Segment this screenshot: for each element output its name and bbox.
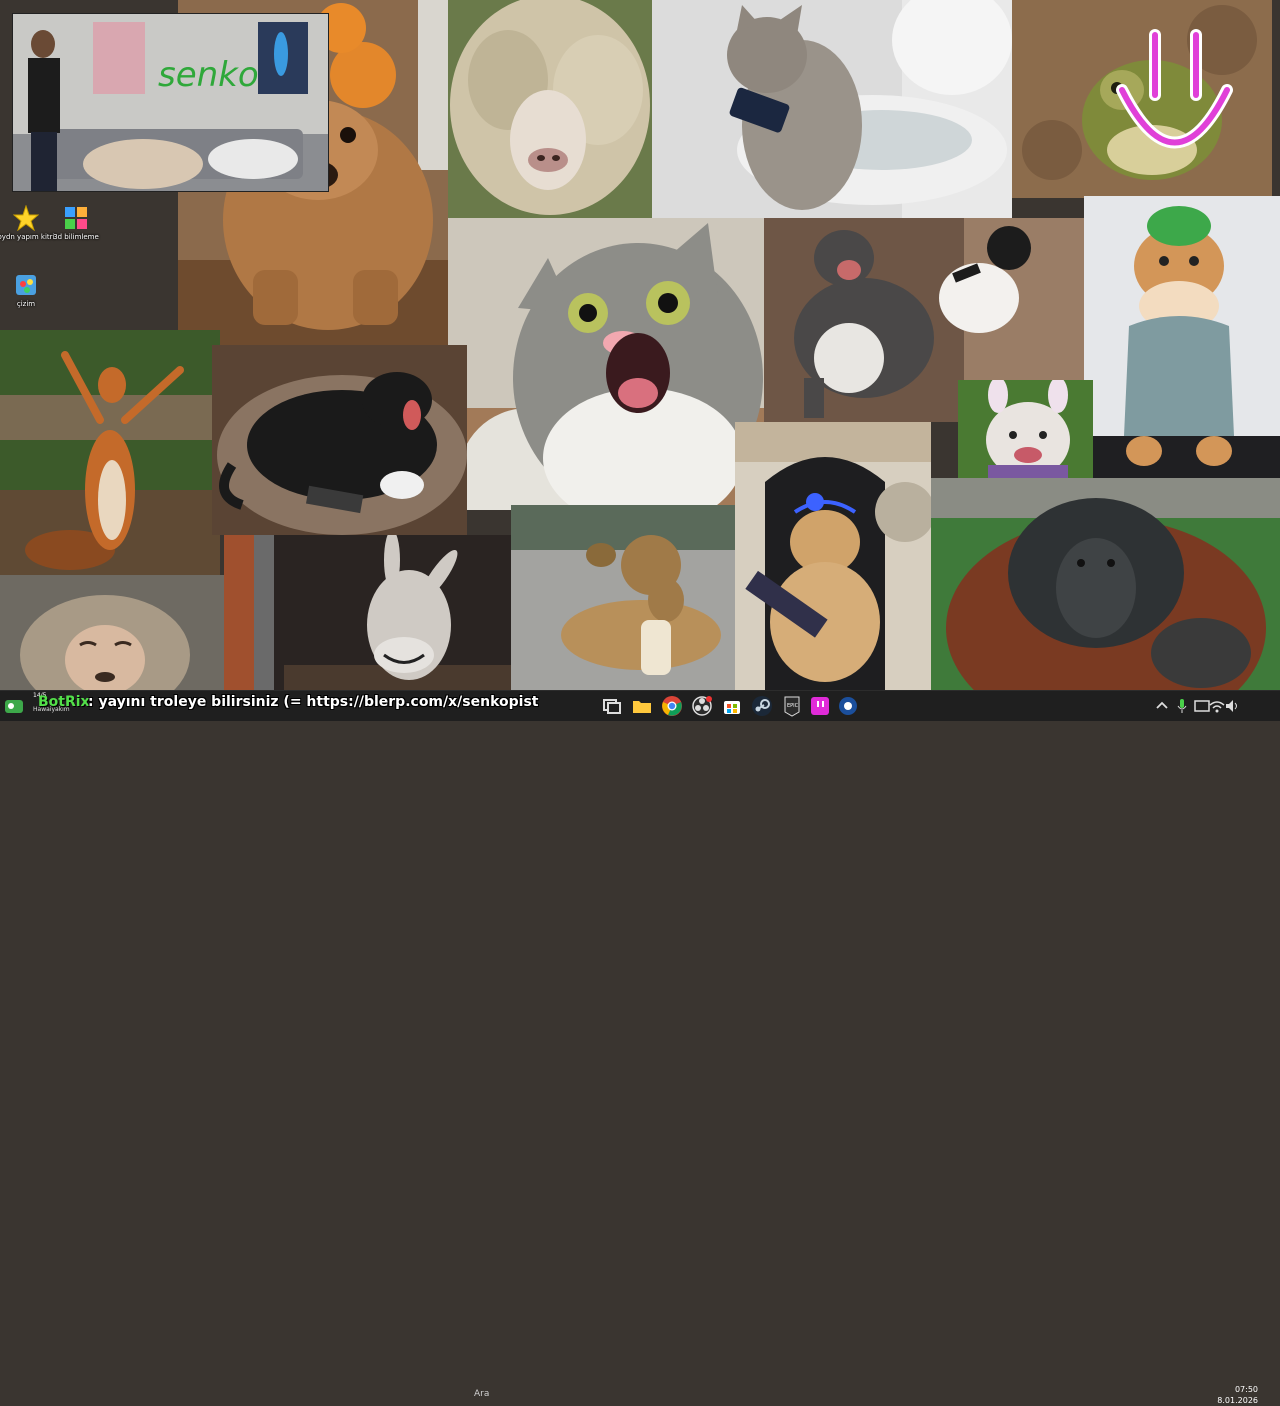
shocked-cat-photo [448, 218, 764, 510]
monkey-eyes-closed-photo [0, 575, 224, 690]
svg-text:EPIC: EPIC [787, 703, 799, 709]
epic-games-icon[interactable]: EPIC [780, 694, 804, 718]
bulldog-bunny-ears-photo [958, 380, 1093, 480]
squirrel-arms-raised-photo [0, 330, 220, 575]
volume-icon[interactable] [1220, 694, 1244, 718]
donkey-smiling-photo [224, 535, 511, 690]
botrix-name: BotRix [38, 694, 90, 710]
dog-with-controller-photo [212, 345, 467, 535]
twitch-icon[interactable] [808, 694, 832, 718]
clock-date: 8.01.2026 [1217, 1396, 1258, 1405]
steam-link-icon[interactable] [836, 694, 860, 718]
clock-time: 07:50 [1234, 1385, 1258, 1394]
task-view-icon[interactable] [600, 694, 624, 718]
desktop-icon-label: çizim [16, 300, 36, 308]
chrome-icon[interactable] [660, 694, 684, 718]
widgets-icon[interactable] [2, 694, 26, 718]
wall-sign-text: senko [158, 55, 259, 95]
webcam-feed: senko [12, 13, 329, 192]
file-explorer-icon[interactable] [630, 694, 654, 718]
microsoft-store-icon[interactable] [720, 694, 744, 718]
cat-on-toilet-with-phone-photo [652, 0, 1012, 218]
star-icon [12, 204, 40, 232]
desktop-icon-label: 3d bilimleme [53, 233, 99, 241]
chat-alert-message: : yayını troleye bilirsiniz (= https://b… [88, 694, 539, 710]
dog-eating-bread-photo [511, 505, 735, 690]
desktop-icon-paint[interactable]: çizim [0, 272, 56, 308]
puzzle-icon [63, 205, 89, 231]
cat-in-green-hat-photo [1084, 196, 1280, 478]
obs-icon[interactable] [690, 694, 714, 718]
frog-with-smiley-photo [1012, 0, 1272, 198]
gamer-cat-headset-photo [735, 422, 931, 690]
search-placeholder: Ara [474, 1389, 490, 1399]
orangutan-photo [931, 478, 1280, 690]
fluffy-sheep-photo [448, 0, 652, 218]
system-clock[interactable]: 07:50 8.01.2026 [1217, 1384, 1258, 1406]
desktop-icon-3d[interactable]: 3d bilimleme [46, 205, 106, 241]
paint-icon [13, 272, 39, 298]
steam-icon[interactable] [750, 694, 774, 718]
